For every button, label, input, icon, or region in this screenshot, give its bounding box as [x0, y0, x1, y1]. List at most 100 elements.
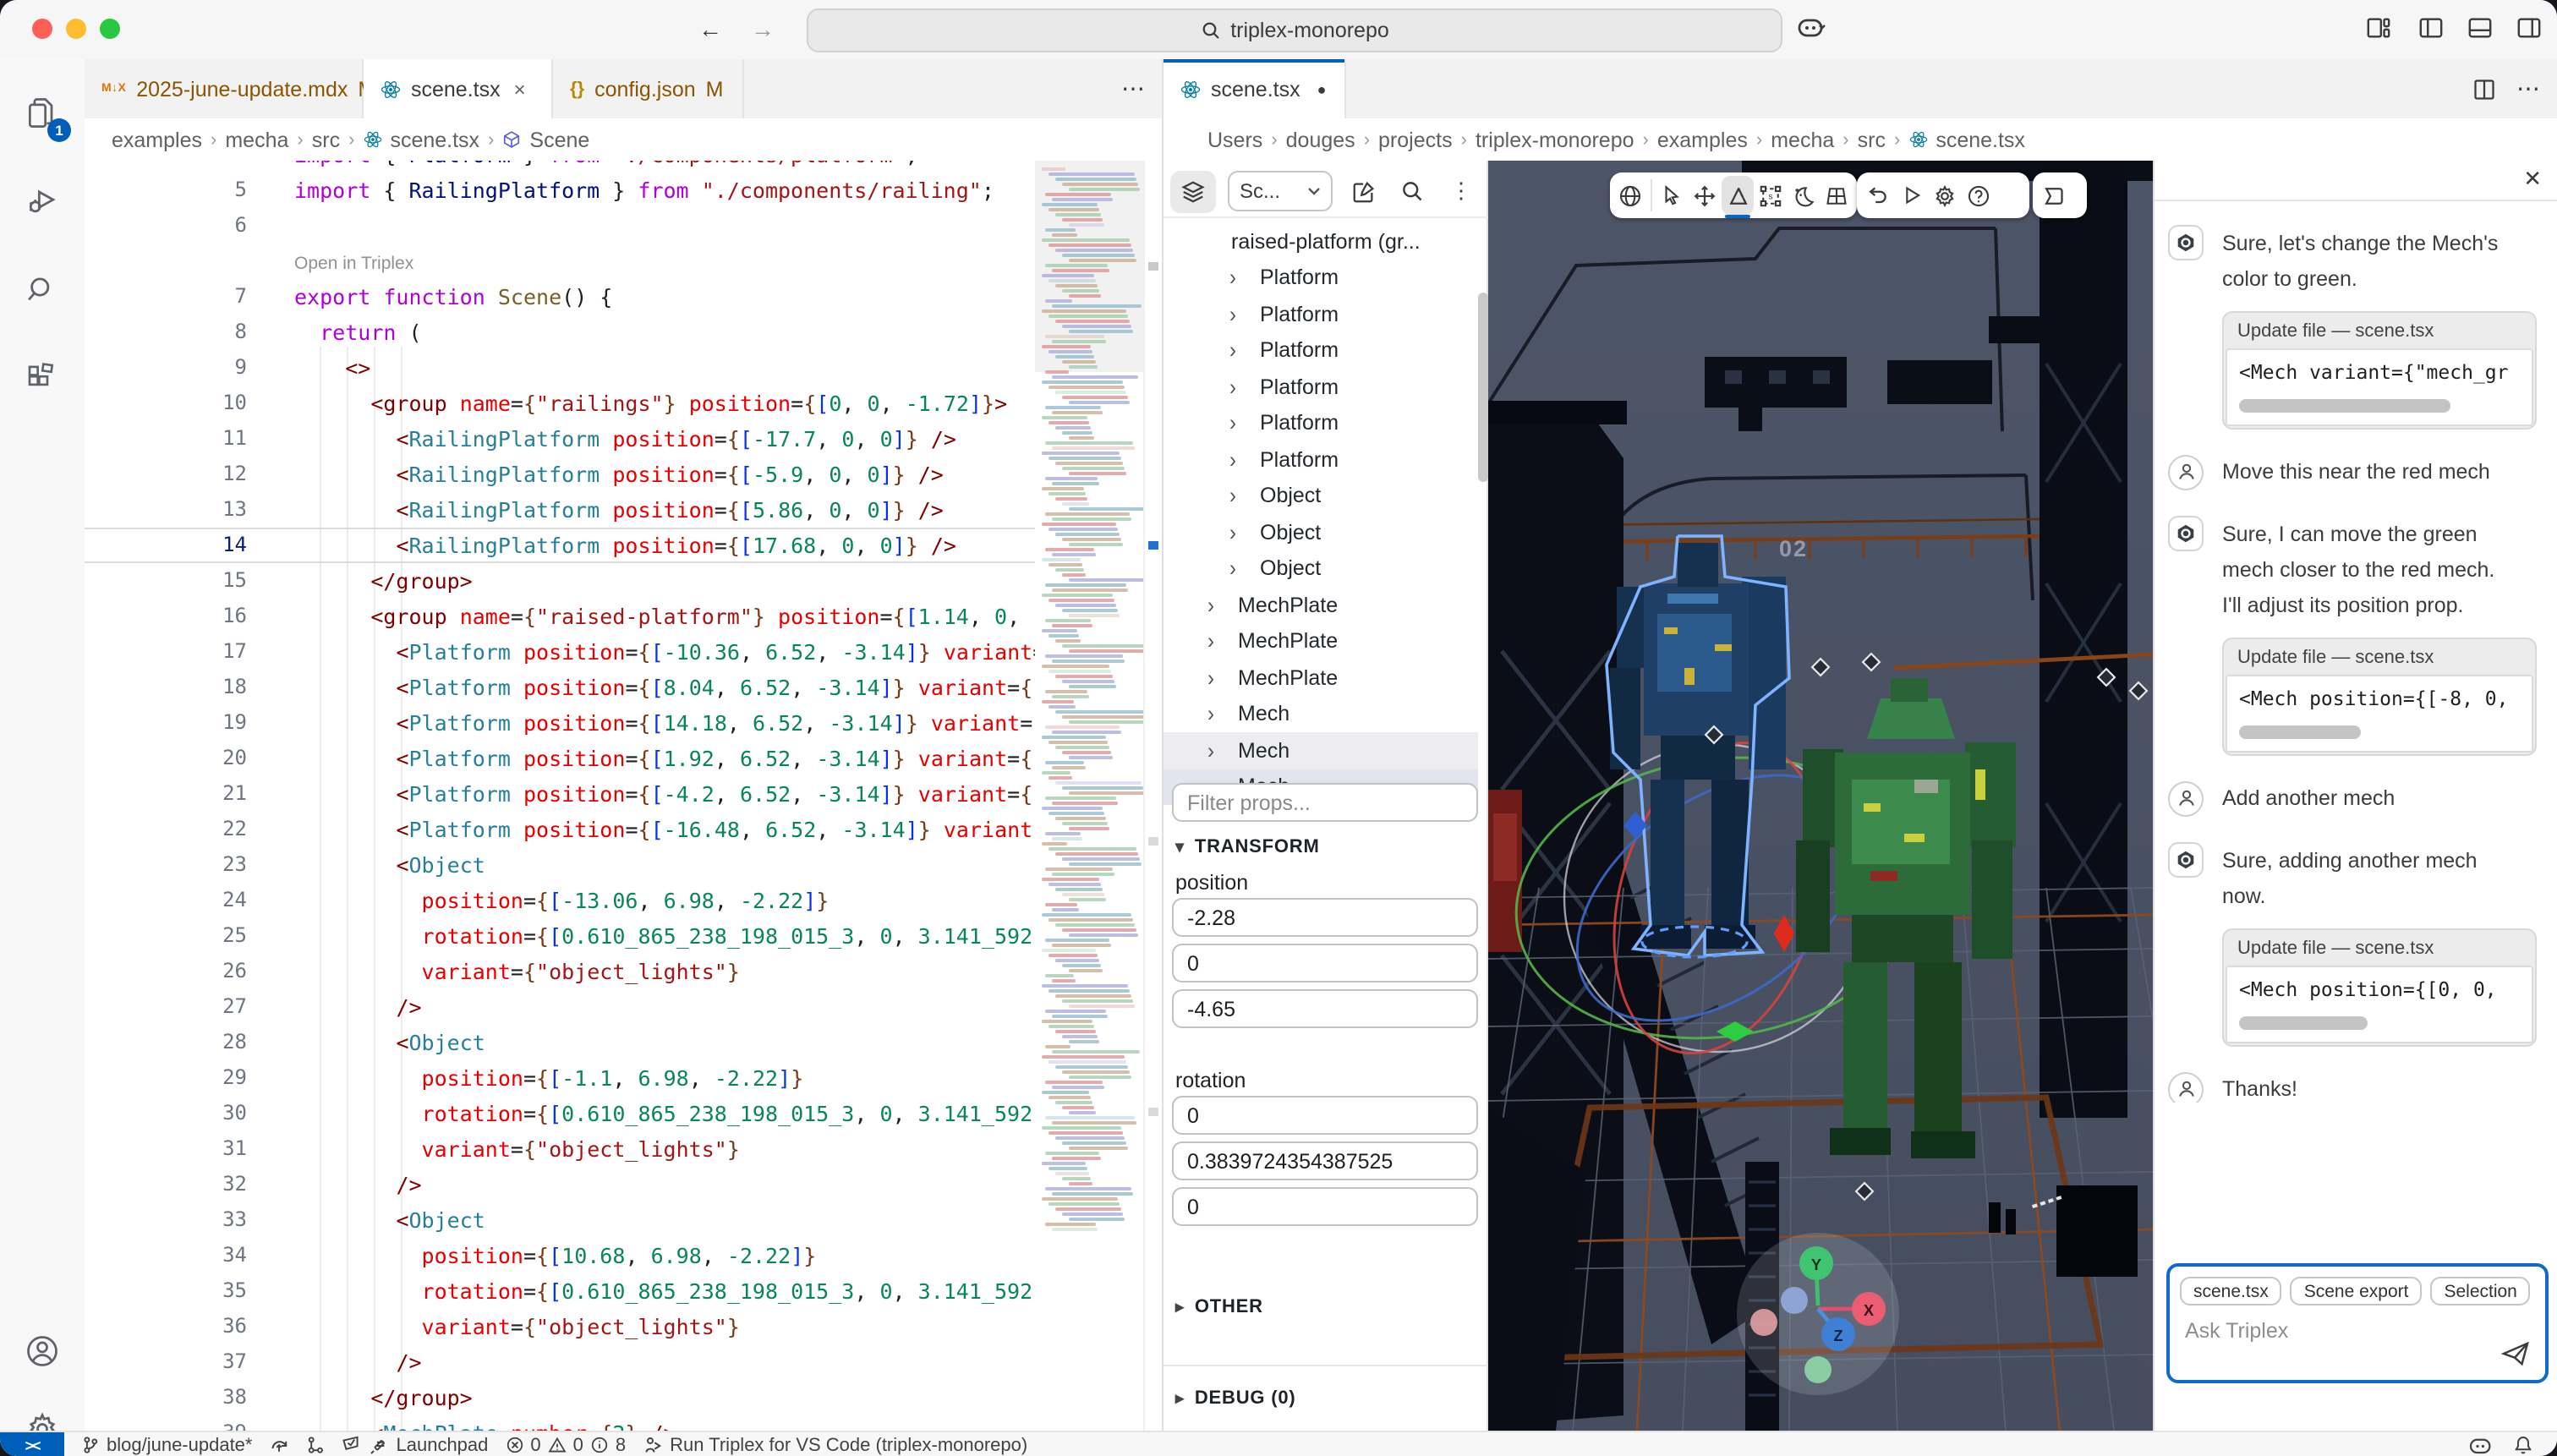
- context-chip-scene-tsx[interactable]: scene.tsx: [2180, 1277, 2282, 1305]
- tree-item-mechplate[interactable]: › MechPlate: [1164, 660, 1478, 696]
- account-icon[interactable]: [0, 1314, 83, 1388]
- update-file-card[interactable]: Update file — scene.tsx <Mech position={[…: [2222, 637, 2537, 755]
- sidebar-item-extensions[interactable]: [0, 340, 83, 414]
- night-mode-icon[interactable]: [1788, 176, 1821, 215]
- settings-icon[interactable]: [1928, 176, 1962, 215]
- search-scene-icon[interactable]: [1393, 179, 1431, 203]
- tree-item-mech[interactable]: › Mech: [1164, 696, 1478, 732]
- close-tab-icon[interactable]: ×: [514, 77, 526, 101]
- viewport-canvas[interactable]: Y X Z 02 s: [1488, 161, 2153, 1431]
- minimize-window-button[interactable]: [66, 19, 86, 39]
- code-lens-row[interactable]: Open in Triplex: [85, 243, 1162, 278]
- context-chip-selection[interactable]: Selection: [2430, 1277, 2531, 1305]
- tree-item-mech[interactable]: › Mech: [1164, 732, 1478, 769]
- tab-scene-tsx-right[interactable]: scene.tsx ●: [1164, 59, 1346, 118]
- ask-triplex-input[interactable]: [2182, 1317, 2476, 1344]
- breadcrumb-left[interactable]: examples › mecha › src › scene.tsx › Scene: [85, 118, 1162, 161]
- problems-item[interactable]: 0 0 8: [505, 1435, 626, 1455]
- close-chat-icon[interactable]: ✕: [2523, 166, 2542, 193]
- transform-section-header[interactable]: ▾ TRANSFORM: [1175, 837, 1320, 857]
- chevron-right-icon[interactable]: ›: [1207, 701, 1214, 727]
- pipeline-icon[interactable]: [307, 1436, 326, 1454]
- code-editor[interactable]: 4import { Platform } from "./components/…: [85, 161, 1162, 1431]
- toggle-primary-sidebar-icon[interactable]: [2418, 15, 2444, 41]
- context-chip-scene-export[interactable]: Scene export: [2290, 1277, 2423, 1305]
- chevron-right-icon[interactable]: ›: [1229, 374, 1236, 400]
- more-actions-icon[interactable]: ⋯: [2516, 74, 2540, 103]
- send-icon[interactable]: [2501, 1341, 2530, 1366]
- chevron-right-icon[interactable]: ›: [1207, 628, 1214, 654]
- tree-item-platform[interactable]: › Platform: [1164, 332, 1478, 369]
- card-scrollbar[interactable]: [2239, 725, 2361, 738]
- copilot-status-icon[interactable]: [2469, 1435, 2493, 1455]
- tab-config-json[interactable]: {} config.json M: [553, 59, 744, 118]
- back-icon[interactable]: ←: [693, 14, 727, 44]
- notifications-bell-icon[interactable]: [2513, 1434, 2533, 1456]
- tree-item-object[interactable]: › Object: [1164, 550, 1478, 587]
- chevron-right-icon[interactable]: ›: [1207, 592, 1214, 618]
- move-tool-icon[interactable]: [1688, 176, 1721, 215]
- undo-icon[interactable]: [1860, 176, 1894, 215]
- launchpad-item[interactable]: Launchpad: [342, 1435, 488, 1455]
- chevron-right-icon[interactable]: ›: [1229, 337, 1236, 364]
- edit-scene-icon[interactable]: [1344, 178, 1382, 204]
- command-center-search[interactable]: triplex-monorepo: [807, 8, 1782, 52]
- tree-item-mechplate[interactable]: › MechPlate: [1164, 623, 1478, 660]
- split-editor-icon[interactable]: [2472, 77, 2496, 101]
- tree-item-platform[interactable]: › Platform: [1164, 260, 1478, 296]
- rotation-z-input[interactable]: [1172, 1187, 1478, 1226]
- tree-item-raised-platform--gr---[interactable]: raised-platform (gr...: [1164, 223, 1478, 260]
- sidebar-item-run-debug[interactable]: [0, 164, 83, 238]
- tree-item-object[interactable]: › Object: [1164, 514, 1478, 550]
- customize-layout-icon[interactable]: [2366, 15, 2391, 41]
- position-y-input[interactable]: [1172, 944, 1478, 983]
- card-scrollbar[interactable]: [2239, 398, 2450, 412]
- layers-button[interactable]: [1170, 170, 1216, 212]
- sidebar-item-search[interactable]: [0, 252, 83, 326]
- chat-input-box[interactable]: scene.tsx Scene export Selection: [2166, 1263, 2549, 1383]
- chevron-right-icon[interactable]: ›: [1207, 665, 1214, 691]
- tree-item-platform[interactable]: › Platform: [1164, 441, 1478, 478]
- run-triplex-item[interactable]: Run Triplex for VS Code (triplex-monorep…: [643, 1435, 1027, 1455]
- chevron-right-icon[interactable]: ›: [1229, 556, 1236, 582]
- rotation-x-input[interactable]: [1172, 1096, 1478, 1135]
- other-section-header[interactable]: ▸ OTHER: [1175, 1297, 1263, 1317]
- filter-props-input[interactable]: [1172, 783, 1478, 822]
- chevron-right-icon[interactable]: ›: [1229, 446, 1236, 473]
- zoom-window-button[interactable]: [100, 19, 120, 39]
- chevron-right-icon[interactable]: ›: [1229, 265, 1236, 291]
- play-icon[interactable]: [1894, 176, 1928, 215]
- chevron-right-icon[interactable]: ›: [1229, 410, 1236, 436]
- tree-item-platform[interactable]: › Platform: [1164, 369, 1478, 405]
- chevron-right-icon[interactable]: ›: [1207, 737, 1214, 764]
- chevron-right-icon[interactable]: ›: [1229, 519, 1236, 545]
- tree-item-mechplate[interactable]: › MechPlate: [1164, 587, 1478, 623]
- debug-section-header[interactable]: ▸ DEBUG (0): [1175, 1388, 1296, 1409]
- update-file-card[interactable]: Update file — scene.tsx <Mech variant={"m…: [2222, 310, 2537, 429]
- tree-item-object[interactable]: › Object: [1164, 478, 1478, 514]
- sync-changes-icon[interactable]: [270, 1435, 290, 1455]
- tree-scrollbar[interactable]: [1477, 293, 1487, 482]
- close-window-button[interactable]: [32, 19, 52, 39]
- transform-tool-icon[interactable]: [1721, 176, 1755, 218]
- tab-scene-tsx[interactable]: scene.tsx ×: [364, 59, 553, 118]
- chevron-right-icon[interactable]: ›: [1229, 483, 1236, 509]
- minimap[interactable]: [1035, 161, 1143, 1431]
- select-tool-icon[interactable]: [1655, 176, 1688, 215]
- forward-icon[interactable]: →: [746, 14, 780, 44]
- toggle-secondary-sidebar-icon[interactable]: [2516, 15, 2542, 41]
- dirty-indicator[interactable]: ●: [1317, 80, 1327, 97]
- breadcrumb-right[interactable]: Users › douges › projects › triplex-monorep…: [1164, 118, 2557, 161]
- help-icon[interactable]: [1962, 176, 1996, 215]
- position-z-input[interactable]: [1172, 989, 1478, 1028]
- tree-item-platform[interactable]: › Platform: [1164, 405, 1478, 441]
- kebab-menu-icon[interactable]: ⋮: [1443, 178, 1480, 205]
- tree-item-platform[interactable]: › Platform: [1164, 296, 1478, 332]
- position-x-input[interactable]: [1172, 898, 1478, 937]
- remote-indicator[interactable]: ><: [0, 1432, 64, 1456]
- globe-icon[interactable]: [1613, 176, 1646, 215]
- sidebar-item-explorer[interactable]: 1: [0, 76, 83, 151]
- toggle-panel-icon[interactable]: [2467, 15, 2493, 41]
- card-scrollbar[interactable]: [2239, 1015, 2368, 1029]
- tab-2025-june-update[interactable]: M↓X 2025-june-update.mdx M: [85, 59, 375, 118]
